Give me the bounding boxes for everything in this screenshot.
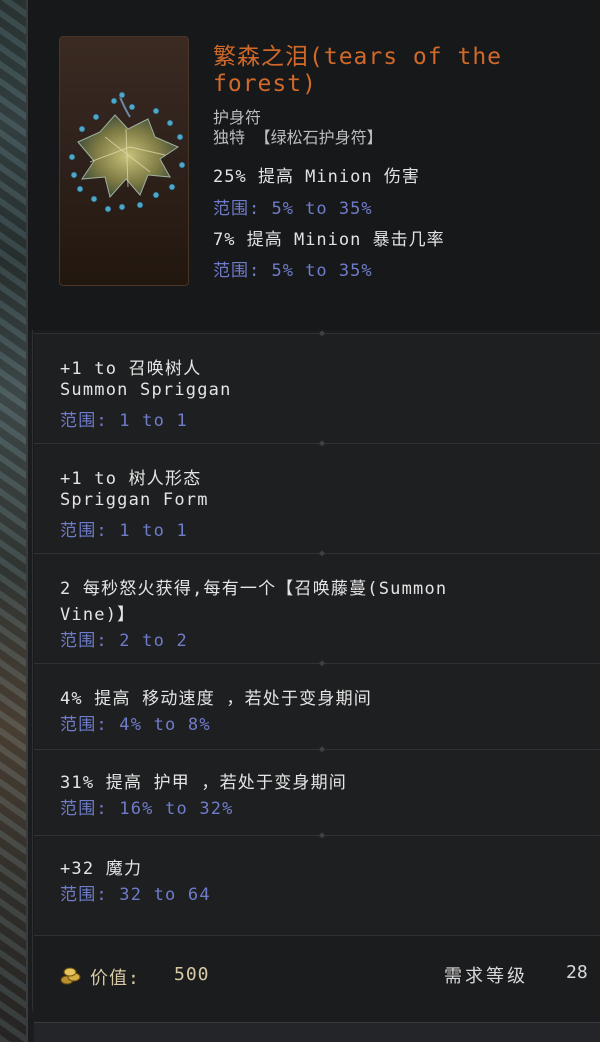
affix-line: 2 每秒怒火获得,每有一个【召唤藤蔓(Summon: [60, 579, 448, 599]
next-panel-edge: [34, 1022, 600, 1042]
divider-chevron-icon: ◆: [319, 438, 326, 449]
affix-range: 范围: 1 to 1: [60, 521, 188, 541]
implicit-stat: 25% 提高 Minion 伤害: [213, 167, 420, 187]
affix-line: Spriggan Form: [60, 490, 209, 510]
affix-line: 31% 提高 护甲 ，若处于变身期间: [60, 773, 348, 793]
tooltip-header: 繁森之泪(tears of the forest) 护身符 独特 【绿松石护身符…: [28, 0, 600, 330]
affix-row: ◆ 2 每秒怒火获得,每有一个【召唤藤蔓(Summon Vine)】 范围: 2…: [34, 548, 600, 663]
gold-coins-icon: [60, 967, 81, 985]
divider-chevron-icon: ◆: [319, 328, 326, 339]
affix-line: Summon Spriggan: [60, 380, 232, 400]
divider-chevron-icon: ◆: [319, 830, 326, 841]
item-icon-frame: [59, 36, 189, 286]
affix-range: 范围: 16% to 32%: [60, 799, 234, 819]
value-label: 价值:: [90, 968, 140, 989]
affix-line: +1 to 召唤树人: [60, 359, 202, 379]
affix-line: 4% 提高 移动速度 ，若处于变身期间: [60, 689, 372, 709]
affix-row: ◆ +32 魔力 范围: 32 to 64: [34, 830, 600, 935]
affix-line: +1 to 树人形态: [60, 469, 202, 489]
affix-range: 范围: 32 to 64: [60, 885, 211, 905]
tears-of-the-forest-amulet-icon: [68, 91, 186, 213]
affix-row: ◆ +1 to 树人形态 Spriggan Form 范围: 1 to 1: [34, 438, 600, 553]
required-level-label: 需求等级: [444, 966, 528, 987]
affix-line: Vine)】: [60, 605, 136, 625]
affix-range: 范围: 1 to 1: [60, 411, 188, 431]
affix-row: ◆ +1 to 召唤树人 Summon Spriggan 范围: 1 to 1: [34, 328, 600, 443]
item-title: 繁森之泪(tears of the forest): [213, 44, 503, 97]
item-value: 500: [174, 964, 210, 985]
item-tooltip: 繁森之泪(tears of the forest) 护身符 独特 【绿松石护身符…: [26, 0, 600, 1042]
tooltip-footer: 价值: 500 需求等级 28: [34, 935, 600, 1012]
divider-chevron-icon: ◆: [319, 658, 326, 669]
affix-range: 范围: 4% to 8%: [60, 715, 211, 735]
required-level: 28: [566, 962, 588, 983]
affix-range: 范围: 2 to 2: [60, 631, 188, 651]
affix-row: ◆ 4% 提高 移动速度 ，若处于变身期间 范围: 4% to 8%: [34, 658, 600, 749]
implicit-range: 范围: 5% to 35%: [213, 261, 373, 281]
game-world-background: [0, 0, 26, 1042]
divider-chevron-icon: ◆: [319, 548, 326, 559]
item-rarity: 独特 【绿松石护身符】: [213, 128, 383, 147]
affix-line: +32 魔力: [60, 859, 143, 879]
affix-row: ◆ 31% 提高 护甲 ，若处于变身期间 范围: 16% to 32%: [34, 744, 600, 835]
divider-chevron-icon: ◆: [319, 744, 326, 755]
implicit-stat: 7% 提高 Minion 暴击几率: [213, 230, 445, 250]
implicit-range: 范围: 5% to 35%: [213, 199, 373, 219]
